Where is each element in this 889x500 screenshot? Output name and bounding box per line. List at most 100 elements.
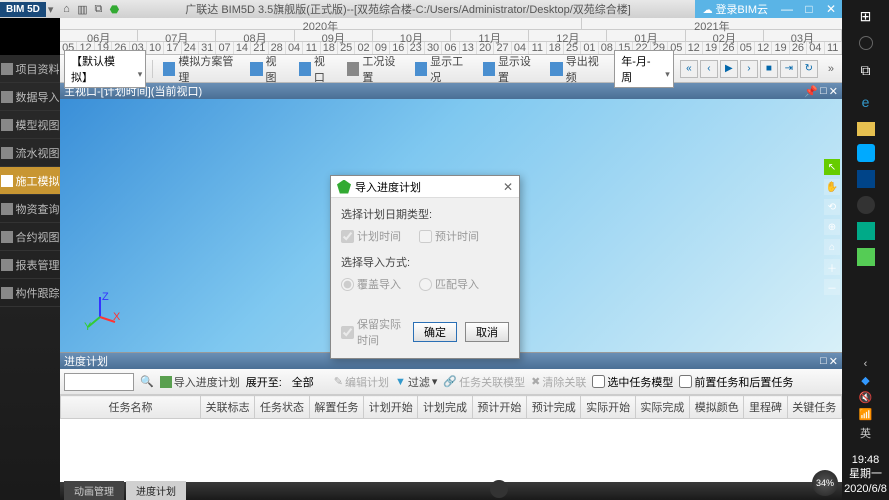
overwrite-radio[interactable]: 覆盖导入 [341,276,401,292]
tray-shield-icon[interactable]: ◆ [861,374,869,387]
stop-button[interactable]: ■ [760,60,778,78]
estimate-time-checkbox[interactable]: 预计时间 [419,228,479,244]
app-icon-4[interactable] [857,222,875,240]
column-header[interactable]: 解置任务 [309,396,363,419]
column-header[interactable]: 任务状态 [255,396,309,419]
app-icon-3[interactable] [857,196,875,214]
cloud-login-button[interactable]: ☁ 登录BIM云 [695,0,776,19]
viewport-pin-icon[interactable]: 📌 [804,85,818,98]
panel-close-icon[interactable]: ✕ [829,355,838,368]
search-icon[interactable]: 🔍 [140,375,154,388]
tray-wifi-icon[interactable]: 📶 [859,408,873,421]
qat-icon-4[interactable]: ⬣ [107,2,121,16]
filter-button[interactable]: ▼过滤 ▾ [395,374,437,390]
small-circle-widget[interactable] [490,480,508,498]
end-button[interactable]: ⇥ [780,60,798,78]
zoom-in-icon[interactable]: ＋ [824,259,840,275]
win-start-icon[interactable]: ⊞ [854,4,878,28]
ok-button[interactable]: 确定 [413,322,457,342]
app-icon-2[interactable] [857,170,875,188]
column-header[interactable]: 模拟颜色 [690,396,744,419]
ie-icon[interactable]: e [854,90,878,114]
plan-time-checkbox[interactable]: 计划时间 [341,228,401,244]
prev-button[interactable]: ‹ [700,60,718,78]
app-icon-1[interactable] [857,144,875,162]
cancel-button[interactable]: 取消 [465,322,509,342]
taskview-icon[interactable]: ⧉ [854,58,878,82]
tab-progress[interactable]: 进度计划 [126,481,186,500]
dialog-close-button[interactable]: ✕ [503,180,513,194]
nav-item-4[interactable]: 施工模拟 [0,167,60,195]
toolbar-export-video[interactable]: 导出视频 [546,51,608,87]
expand-dropdown[interactable]: 全部 [288,373,328,391]
zoom-out-icon[interactable]: － [824,279,840,295]
simulation-mode-dropdown[interactable]: 【默认模拟】 [64,50,146,88]
toolbar-expand[interactable]: » [828,63,834,75]
column-header[interactable]: 计划完成 [418,396,472,419]
nav-item-5[interactable]: 物资查询 [0,195,60,223]
column-header[interactable]: 预计开始 [472,396,526,419]
toolbar-view[interactable]: 视图 [246,51,288,87]
qat-icon-3[interactable]: ⧉ [91,2,105,16]
maximize-button[interactable]: □ [798,0,820,18]
select-tool-icon[interactable]: ↖ [824,159,840,175]
column-header[interactable]: 里程碑 [744,396,787,419]
nav-item-8[interactable]: 构件跟踪 [0,279,60,307]
tray-chevron-icon[interactable]: ‹ [864,358,868,370]
rewind-button[interactable]: « [680,60,698,78]
qat-icon-2[interactable]: ▥ [75,2,89,16]
app-icon-5[interactable] [857,248,875,266]
system-clock[interactable]: 19:48 星期一 2020/6/8 [844,453,887,496]
viewport-close-icon[interactable]: ✕ [829,85,838,98]
nav-item-3[interactable]: 流水视图 [0,139,60,167]
column-header[interactable]: 关联标志 [201,396,255,419]
pan-tool-icon[interactable]: ✋ [824,179,840,195]
toolbar-show-condition[interactable]: 显示工况 [411,51,473,87]
progress-search-input[interactable] [64,373,134,391]
column-header[interactable]: 实际完成 [635,396,689,419]
panel-max-icon[interactable]: □ [820,355,827,368]
toolbar-scheme-mgmt[interactable]: 模拟方案管理 [159,51,240,87]
explorer-icon[interactable] [857,122,875,136]
column-header[interactable]: 实际开始 [581,396,635,419]
percent-indicator[interactable]: 34% [812,470,838,496]
selected-task-checkbox[interactable]: 选中任务模型 [592,374,673,390]
orbit-tool-icon[interactable]: ⟲ [824,199,840,215]
nav-item-0[interactable]: 项目资料 [0,55,60,83]
column-header[interactable]: 关键任务 [787,396,842,419]
home-view-icon[interactable]: ⌂ [824,239,840,255]
predecessor-checkbox[interactable]: 前置任务和后置任务 [679,374,793,390]
match-radio[interactable]: 匹配导入 [419,276,479,292]
unlink-button[interactable]: ✖清除关联 [531,374,586,390]
column-header[interactable]: 计划开始 [364,396,418,419]
nav-item-6[interactable]: 合约视图 [0,223,60,251]
ime-indicator[interactable]: 英 [860,425,871,441]
import-plan-button[interactable]: 导入进度计划 [160,374,240,390]
toolbar-condition[interactable]: 工况设置 [343,51,405,87]
column-header[interactable]: 预计完成 [527,396,581,419]
nav-item-2[interactable]: 模型视图 [0,111,60,139]
tray-volume-icon[interactable]: 🔇 [859,391,873,404]
progress-table[interactable]: 任务名称关联标志任务状态解置任务计划开始计划完成预计开始预计完成实际开始实际完成… [60,395,842,482]
close-button[interactable]: ✕ [820,0,842,18]
loop-button[interactable]: ↻ [800,60,818,78]
logo-caret[interactable]: ▾ [48,3,54,16]
nav-item-7[interactable]: 报表管理 [0,251,60,279]
edit-plan-button[interactable]: ✎编辑计划 [334,374,389,390]
qat-icon-1[interactable]: ⌂ [59,2,73,16]
search-icon[interactable] [859,36,873,50]
play-button[interactable]: ▶ [720,60,738,78]
column-header[interactable]: 任务名称 [61,396,201,419]
toolbar-display-settings[interactable]: 显示设置 [479,51,541,87]
time-unit-dropdown[interactable]: 年-月-周 [614,50,674,88]
toolbar-viewport[interactable]: 视口 [295,51,337,87]
axis-gizmo[interactable]: Z X Y [80,292,120,332]
link-model-button[interactable]: 🔗任务关联模型 [443,374,525,390]
nav-item-1[interactable]: 数据导入 [0,83,60,111]
minimize-button[interactable]: — [776,0,798,18]
tab-animation[interactable]: 动画管理 [64,481,124,500]
viewport-max-icon[interactable]: □ [820,85,827,98]
next-button[interactable]: › [740,60,758,78]
zoom-tool-icon[interactable]: ⊕ [824,219,840,235]
keep-actual-checkbox[interactable]: 保留实际时间 [341,316,405,348]
